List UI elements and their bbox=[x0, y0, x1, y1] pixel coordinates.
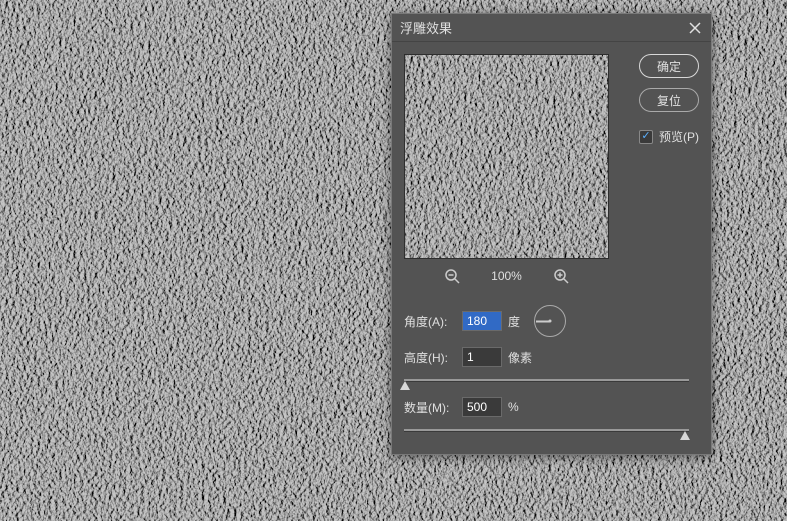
amount-unit: % bbox=[508, 400, 519, 414]
height-unit: 像素 bbox=[508, 349, 532, 366]
angle-input[interactable] bbox=[462, 311, 502, 331]
preview-checkbox-label: 预览(P) bbox=[659, 128, 699, 145]
dialog-title: 浮雕效果 bbox=[400, 18, 452, 37]
zoom-out-button[interactable] bbox=[443, 267, 461, 285]
angle-label: 角度(A): bbox=[404, 313, 456, 330]
preview-area[interactable] bbox=[404, 54, 609, 259]
height-input[interactable] bbox=[462, 347, 502, 367]
zoom-in-button[interactable] bbox=[552, 267, 570, 285]
zoom-level: 100% bbox=[491, 269, 522, 283]
reset-button[interactable]: 复位 bbox=[639, 88, 699, 112]
titlebar[interactable]: 浮雕效果 bbox=[392, 14, 711, 42]
ok-button[interactable]: 确定 bbox=[639, 54, 699, 78]
amount-input[interactable] bbox=[462, 397, 502, 417]
amount-label: 数量(M): bbox=[404, 399, 456, 416]
height-slider[interactable] bbox=[404, 377, 689, 391]
preview-checkbox[interactable]: ✓ bbox=[639, 130, 653, 144]
height-label: 高度(H): bbox=[404, 349, 456, 366]
emboss-dialog: 浮雕效果 100% bbox=[391, 13, 712, 455]
angle-dial[interactable] bbox=[534, 305, 566, 337]
amount-slider[interactable] bbox=[404, 427, 689, 441]
angle-unit: 度 bbox=[508, 313, 520, 330]
close-button[interactable] bbox=[687, 20, 703, 36]
